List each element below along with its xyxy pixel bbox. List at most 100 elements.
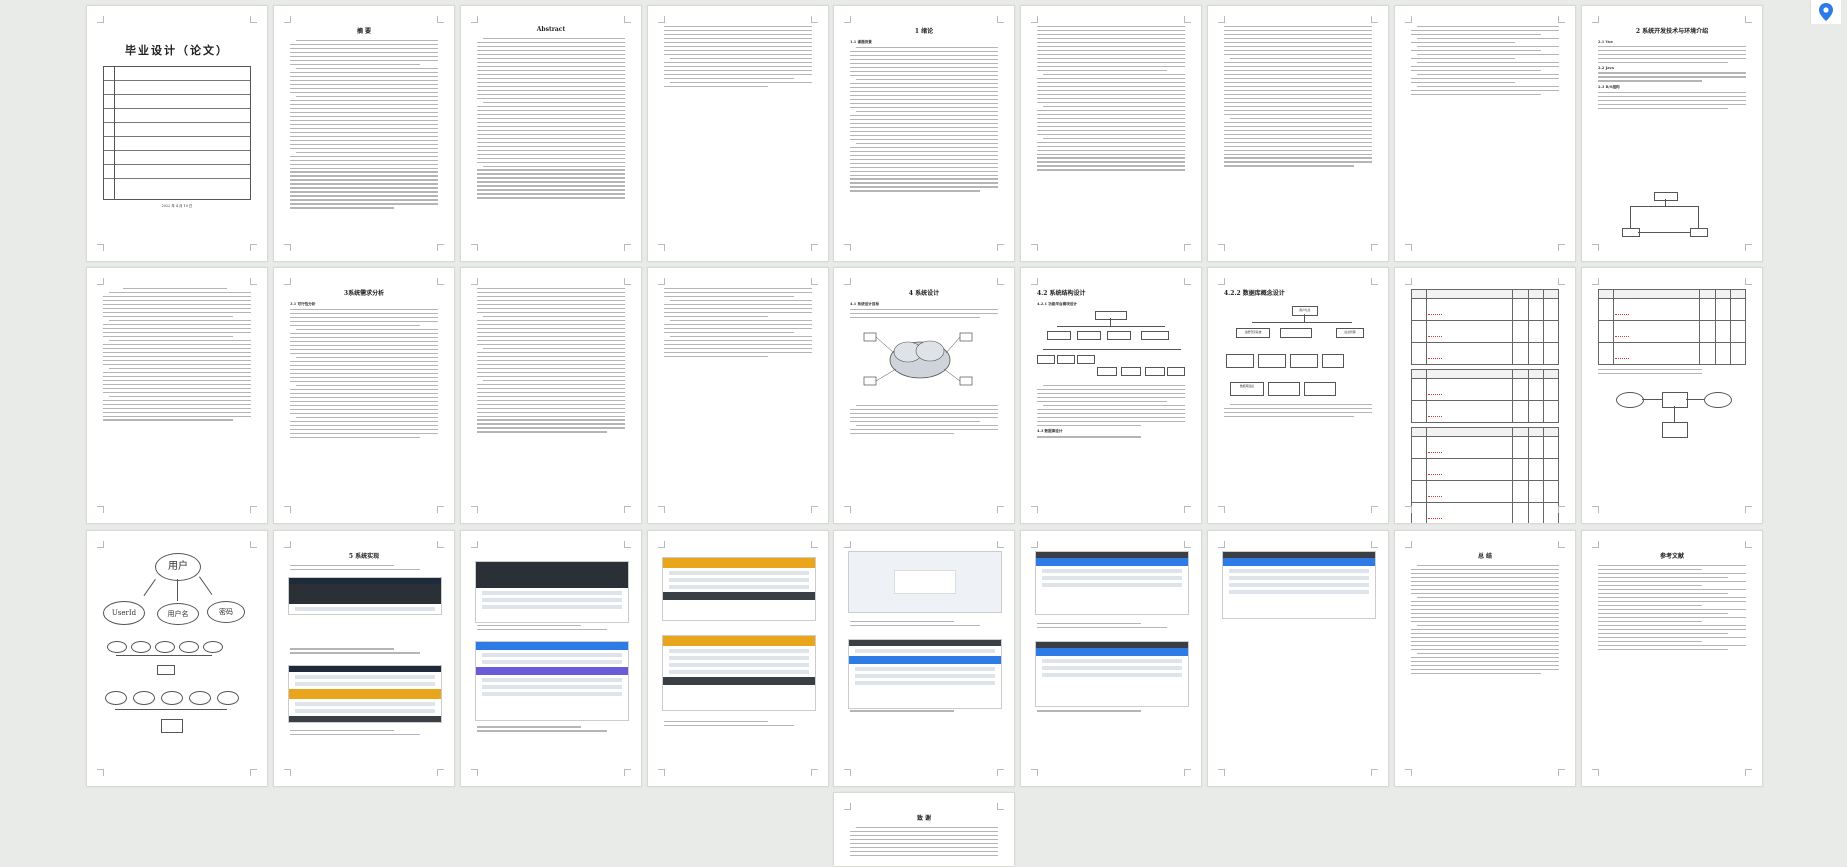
page-text-2[interactable] (1020, 5, 1202, 262)
screenshot-admin-a (1035, 551, 1189, 615)
chapter2-section-vue: 2.1 Vue (1598, 40, 1613, 44)
conclusion-title: 总 结 (1477, 553, 1493, 560)
chapter5-title: 5 系统实现 (348, 553, 380, 560)
body-text (664, 288, 812, 358)
body-text (477, 625, 625, 631)
body-text (1037, 385, 1185, 427)
body-text (1598, 369, 1746, 375)
screenshot-admin-c (1222, 551, 1376, 619)
bs-architecture-diagram (1622, 192, 1712, 242)
page-references[interactable]: 参考文献 (1581, 530, 1763, 787)
chapter1-section: 1.1 课题背景 (850, 40, 872, 44)
screenshot-page-b (662, 635, 816, 711)
er-node-login: 注册登录系统 (1236, 328, 1270, 338)
body-text (1037, 436, 1185, 438)
abstract-cn-title: 摘 要 (356, 28, 372, 35)
chapter4-section: 4.1 系统设计目标 (850, 302, 880, 306)
flow-diagram (1598, 382, 1746, 452)
page-cover[interactable]: 毕业设计（论文） 2022 年 4 月 10 日 (86, 5, 268, 262)
body-text (477, 288, 625, 433)
reference-list (1598, 565, 1746, 651)
abstract-en-title: Abstract (536, 26, 566, 33)
body-text (1037, 623, 1185, 629)
document-page-grid: 毕业设计（论文） 2022 年 4 月 10 日 摘 要 Abstract 1 … (0, 0, 1847, 867)
db-table-2 (1410, 369, 1560, 423)
page-er-diagram[interactable]: 4.2.2 数据库概念设计 用户信息 注册登录系统 后台管理 数据库连接 (1207, 267, 1389, 524)
page-entity-diagram[interactable]: 用户 UserId 用户名 密码 (86, 530, 268, 787)
body-text (1598, 72, 1746, 82)
page-text-7[interactable] (647, 267, 829, 524)
body-text (850, 827, 998, 857)
body-text (1037, 710, 1185, 712)
chapter4-title: 4 系统设计 (908, 290, 940, 297)
body-text (850, 47, 998, 192)
screenshot-home (288, 577, 442, 615)
page-text-3[interactable] (1207, 5, 1389, 262)
entity-attr-userid: UserId (103, 601, 145, 625)
function-tree-diagram (1037, 309, 1185, 383)
body-text (1224, 404, 1372, 418)
body-text (850, 710, 998, 712)
chapter3-title: 3系统需求分析 (343, 290, 385, 297)
location-pin-icon (1819, 3, 1833, 21)
location-button[interactable] (1810, 0, 1841, 24)
body-text (1037, 26, 1185, 171)
page-chapter4[interactable]: 4 系统设计 4.1 系统设计目标 (833, 267, 1015, 524)
page-acknowledgement[interactable]: 致 谢 (833, 792, 1015, 867)
page-text-6[interactable] (460, 267, 642, 524)
screenshot-detail (475, 641, 629, 721)
screenshot-admin-list (848, 639, 1002, 709)
entity-attr-password: 密码 (207, 601, 245, 623)
body-text (290, 309, 438, 438)
page-conclusion[interactable]: 总 结 (1394, 530, 1576, 787)
page-chapter3[interactable]: 3系统需求分析 3.1 可行性分析 (273, 267, 455, 524)
page-keywords[interactable] (647, 5, 829, 262)
er-tree-diagram: 用户信息 注册登录系统 后台管理 数据库连接 (1224, 302, 1372, 402)
thanks-title: 致 谢 (916, 815, 932, 822)
screenshot-page-a (662, 557, 816, 621)
page-abstract-en[interactable]: Abstract (460, 5, 642, 262)
screenshot-banner (475, 561, 629, 623)
chapter4b-section: 4.2.1 功能平台模块设计 (1037, 302, 1078, 306)
er-node-root: 用户信息 (1292, 306, 1318, 316)
entity-user: 用户 (155, 553, 201, 581)
chapter2-section-bs: 2.3 B/S结构 (1598, 84, 1620, 89)
cover-title: 毕业设计（论文） (125, 44, 229, 57)
entity-diagram-3 (103, 685, 251, 745)
body-text (1598, 46, 1746, 64)
screenshot-admin-b (1035, 641, 1189, 707)
body-text (103, 288, 251, 421)
page-chapter1[interactable]: 1 绪论 1.1 课题背景 (833, 5, 1015, 262)
page-screens-admin-3[interactable] (1207, 530, 1389, 787)
page-screens-2[interactable] (647, 530, 829, 787)
screenshot-list (288, 665, 442, 723)
page-chapter2[interactable]: 2 系统开发技术与环境介绍 2.1 Vue 2.2 Java 2.3 B/S结构 (1581, 5, 1763, 262)
page-tables-1[interactable] (1394, 267, 1576, 524)
chapter4b-title: 4.2 系统结构设计 (1037, 290, 1086, 297)
page-text-4[interactable] (1394, 5, 1576, 262)
chapter4b-db-section: 4.3 数据库设计 (1037, 429, 1063, 434)
body-text (477, 38, 625, 199)
page-tables-2[interactable] (1581, 267, 1763, 524)
body-text (290, 729, 438, 736)
page-abstract-cn[interactable]: 摘 要 (273, 5, 455, 262)
body-text (664, 26, 812, 88)
page-screens-1[interactable] (460, 530, 642, 787)
network-cloud-diagram (863, 332, 973, 386)
body-text (290, 648, 438, 654)
references-title: 参考文献 (1659, 553, 1684, 560)
body-text (850, 621, 998, 627)
page-screens-admin-2[interactable] (1020, 530, 1202, 787)
db-table-3 (1410, 427, 1560, 523)
er-node-db: 数据库连接 (1230, 382, 1264, 396)
cover-info-table (103, 66, 251, 200)
page-chapter5[interactable]: 5 系统实现 (273, 530, 455, 787)
entity-diagram-2 (103, 635, 251, 685)
chapter3-section: 3.1 可行性分析 (290, 302, 316, 306)
body-text (477, 726, 625, 732)
page-screens-admin-1[interactable] (833, 530, 1015, 787)
page-text-5[interactable] (86, 267, 268, 524)
chapter2-title: 2 系统开发技术与环境介绍 (1635, 28, 1709, 35)
page-chapter4-structure[interactable]: 4.2 系统结构设计 4.2.1 功能平台模块设计 4.3 数据库设计 (1020, 267, 1202, 524)
db-table-1 (1410, 289, 1560, 365)
